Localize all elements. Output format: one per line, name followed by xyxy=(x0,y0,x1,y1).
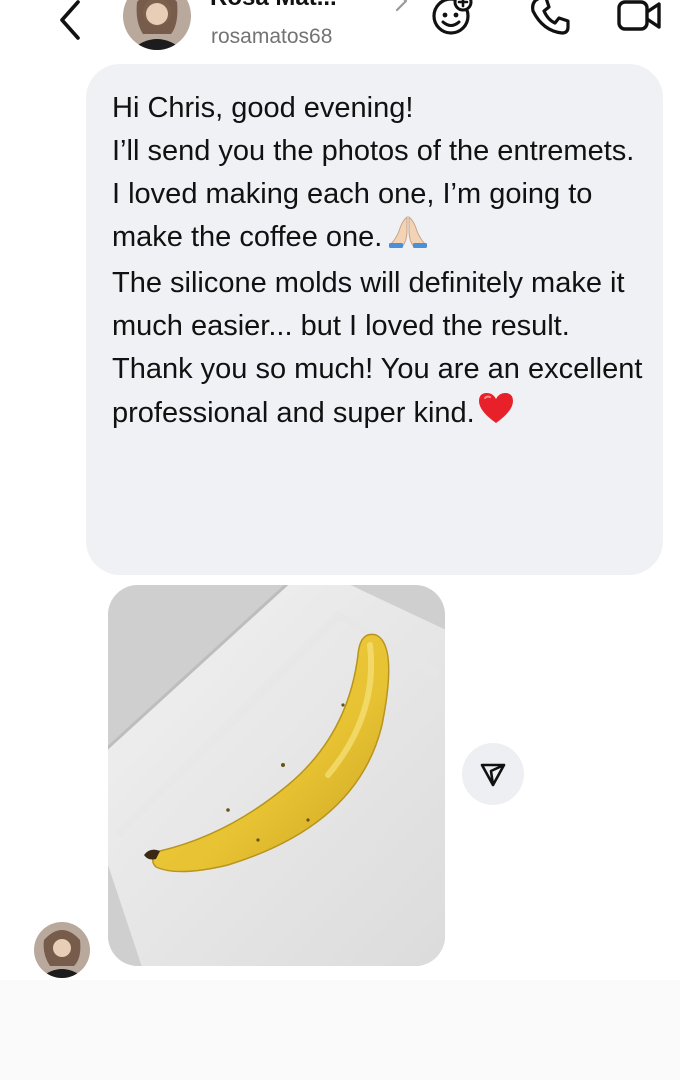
phone-icon xyxy=(531,0,570,35)
red-heart-icon xyxy=(477,391,515,438)
message-paragraph: I’ll send you the photos of the entremet… xyxy=(112,134,635,167)
share-button[interactable] xyxy=(462,743,524,805)
contact-name[interactable]: Rosa Mat... xyxy=(210,0,337,12)
effects-button[interactable] xyxy=(424,0,480,42)
folded-hands-icon xyxy=(388,215,428,262)
video-camera-icon xyxy=(617,0,661,31)
chat-header: Rosa Mat... rosamatos68 xyxy=(0,0,680,60)
message-paragraph: Hi Chris, good evening! xyxy=(112,92,414,124)
message-paragraph-text: Thank you so much! You are an excellent … xyxy=(112,352,643,429)
message-paragraph: Thank you so much! You are an excellent … xyxy=(112,348,652,438)
message-text: Hi Chris, good evening! I’ll send you th… xyxy=(112,87,652,437)
contact-username[interactable]: rosamatos68 xyxy=(211,25,332,49)
share-arrow-icon xyxy=(480,763,506,787)
message-bubble[interactable]: Hi Chris, good evening! I’ll send you th… xyxy=(86,64,663,575)
sender-avatar[interactable] xyxy=(34,922,90,978)
message-paragraph: The silicone molds will definitely make … xyxy=(112,267,625,342)
message-paragraph-text: I loved making each one, I’m going to ma… xyxy=(112,177,593,254)
back-button[interactable] xyxy=(46,0,96,40)
face-sparkle-icon xyxy=(432,0,473,35)
chat-screen: Rosa Mat... rosamatos68 xyxy=(0,0,680,1080)
message-paragraph: I loved making each one, I’m going to ma… xyxy=(112,173,652,263)
chevron-right-icon[interactable] xyxy=(392,0,412,16)
voice-call-button[interactable] xyxy=(522,0,578,42)
chevron-left-icon xyxy=(60,0,80,40)
composer-area xyxy=(0,980,680,1080)
shared-photo[interactable] xyxy=(108,585,445,966)
contact-avatar[interactable] xyxy=(123,0,191,50)
video-call-button[interactable] xyxy=(613,0,669,42)
message-thread: Hi Chris, good evening! I’ll send you th… xyxy=(24,60,680,980)
